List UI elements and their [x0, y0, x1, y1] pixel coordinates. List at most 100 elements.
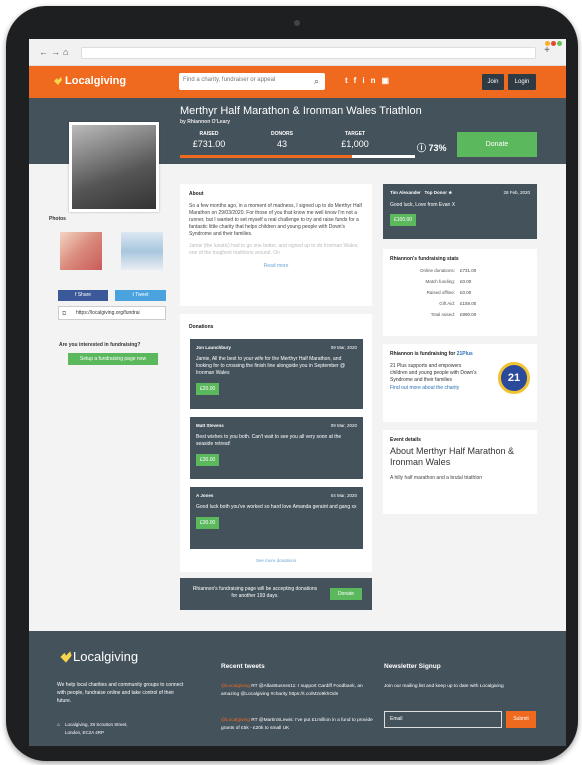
tweet-handle[interactable]: @Localgiving: [221, 718, 250, 723]
raised-value: £731.00: [192, 139, 226, 149]
newsletter-title: Newsletter Signup: [384, 663, 441, 670]
search-icon[interactable]: ⌕: [314, 76, 319, 87]
donors-stat: DONORS 43: [252, 131, 312, 149]
stat-label: Match funding:: [425, 279, 455, 284]
progress-fill: [180, 155, 352, 158]
donation-message: Jamie, All the best to your wife for the…: [196, 356, 346, 376]
share-label: Share: [77, 292, 92, 298]
banner-donate-button[interactable]: Donate: [330, 588, 362, 600]
about-text: So a few months ago, in a moment of madn…: [189, 203, 362, 237]
photo-thumbnail[interactable]: [121, 232, 163, 270]
read-more-link[interactable]: Read more: [189, 263, 363, 269]
maximize-dot-icon[interactable]: [551, 41, 556, 46]
address-line: London, EC2A 4RP: [65, 730, 105, 735]
progress-percent: ⓘ 73%: [417, 141, 447, 154]
donation-date: 09 Mar, 2020: [330, 345, 357, 350]
footer-brand: Localgiving: [73, 649, 139, 664]
window-controls: [544, 39, 562, 51]
stats-row: Online donations: £731.00: [390, 265, 530, 276]
tweet-button[interactable]: t Tweet: [115, 290, 166, 301]
close-dot-icon[interactable]: [557, 41, 562, 46]
donation-item: Matt Stevens 09 Mar, 2020 Best wishes to …: [190, 417, 363, 479]
fundraising-prompt: Are you interested in fundraising?: [59, 342, 141, 348]
donors-label: DONORS: [271, 131, 293, 137]
main-content: Photos f Share t Tweet ⧉ https://localgi…: [29, 122, 566, 631]
search-placeholder: Find a charity, fundraiser or appeal: [183, 77, 276, 83]
forward-arrow-icon[interactable]: →: [51, 47, 63, 57]
event-title: About Merthyr Half Marathon & Ironman Wa…: [390, 446, 515, 467]
event-description: A hilly half marathon and a brutal triat…: [390, 475, 482, 481]
stat-label: Total raised:: [430, 312, 455, 317]
top-donor-message: Good luck, Love from Evan X: [390, 202, 456, 208]
youtube-icon[interactable]: ▣: [381, 76, 395, 85]
top-donor-date: 28 Feb, 2020: [503, 190, 530, 195]
share-url-text: https://localgiving.org/fundrai: [76, 310, 140, 316]
browser-toolbar: ←→⌂ +: [29, 39, 566, 66]
twitter-icon[interactable]: t: [345, 76, 354, 85]
top-donor-amount: £100.00: [390, 214, 417, 226]
charity-logo[interactable]: 21: [498, 362, 530, 394]
recent-tweets-title: Recent tweets: [221, 663, 265, 670]
minimize-dot-icon[interactable]: [545, 41, 550, 46]
donation-amount: £30.00: [196, 517, 220, 529]
linkedin-icon[interactable]: in: [362, 76, 381, 85]
address-bar[interactable]: [81, 47, 536, 59]
tweet-handle[interactable]: @Localgiving: [221, 684, 250, 689]
photo-thumbnail[interactable]: [60, 232, 102, 270]
tweet-item: @Localgiving RT @AllanBusnes11: I suppor…: [221, 683, 381, 699]
donor-name: Matt Stevens: [196, 423, 224, 428]
social-links: tfin▣: [345, 76, 395, 85]
accepting-donations-banner: Rhiannon's fundraising page will be acce…: [180, 578, 372, 610]
accepting-text: Rhiannon's fundraising page will be acce…: [192, 586, 318, 599]
tablet-frame: ←→⌂ + Localgiving Find a charity, fundra…: [6, 6, 578, 761]
search-box[interactable]: Find a charity, fundraiser or appeal ⌕: [179, 73, 325, 90]
copy-link-icon[interactable]: ⧉: [62, 308, 66, 320]
facebook-share-button[interactable]: f Share: [58, 290, 108, 301]
site-header: Localgiving Find a charity, fundraiser o…: [29, 66, 566, 98]
raised-label: RAISED: [199, 131, 219, 137]
back-arrow-icon[interactable]: ←: [39, 47, 51, 57]
donate-button[interactable]: Donate: [457, 132, 537, 157]
fundraising-stats-card: Rhiannon's fundraising stats Online dona…: [383, 249, 537, 336]
event-details-card: Event details About Merthyr Half Maratho…: [383, 430, 537, 514]
brand-logo[interactable]: Localgiving: [53, 75, 126, 87]
home-icon[interactable]: ⌂: [63, 47, 71, 57]
newsletter-submit-button[interactable]: Submit: [506, 711, 536, 728]
charity-title-prefix: Rhiannon is fundraising for: [390, 351, 457, 357]
donations-title: Donations: [189, 324, 214, 330]
target-value: £1,000: [341, 139, 369, 149]
screen: ←→⌂ + Localgiving Find a charity, fundra…: [29, 39, 566, 746]
progress-percent-value: 73%: [428, 143, 447, 153]
login-button[interactable]: Login: [508, 74, 536, 90]
donor-name: Jon Launchbury: [196, 345, 232, 350]
stat-value: £890.00: [460, 312, 477, 317]
profile-photo[interactable]: [69, 122, 159, 212]
footer-logo[interactable]: Localgiving: [59, 649, 138, 664]
tweet-label: Tweet: [135, 292, 149, 298]
child-on-swing-image: [72, 125, 156, 209]
localgiving-logo-icon: [54, 77, 62, 85]
newsletter-email-input[interactable]: Email: [384, 711, 502, 728]
see-more-donations-link[interactable]: See more donations: [180, 558, 372, 563]
donation-item: Jon Launchbury 09 Mar, 2020 Jamie, All th…: [190, 339, 363, 409]
site-footer: Localgiving We help local charities and …: [29, 631, 566, 746]
about-card: About So a few months ago, in a moment o…: [180, 184, 372, 306]
donation-amount: £30.00: [196, 454, 220, 466]
fundraiser-author: by Rhiannon O'Leary: [180, 119, 231, 125]
setup-fundraising-button[interactable]: Setup a fundraising page now: [68, 353, 158, 365]
stats-row: Match funding: £0.00: [390, 276, 530, 287]
donations-card: Donations Jon Launchbury 09 Mar, 2020 Jam…: [180, 314, 372, 572]
top-donor-badge: Top Donor ★: [424, 190, 453, 195]
about-text-faded: Jamie (the lunatic) had to go one better…: [189, 243, 359, 256]
raised-stat: RAISED £731.00: [179, 131, 239, 149]
charity-card: Rhiannon is fundraising for 21Plus 21 Pl…: [383, 344, 537, 422]
newsletter-text: Join our mailing list and keep up to dat…: [384, 684, 504, 689]
localgiving-logo-icon: [60, 650, 72, 663]
stat-label: Gift Aid:: [439, 301, 455, 306]
tweet-item: @Localgiving RT @MartinSLewis: I've put …: [221, 717, 381, 733]
charity-name-link[interactable]: 21Plus: [457, 351, 473, 357]
brand-name: Localgiving: [65, 75, 127, 87]
join-button[interactable]: Join: [482, 74, 504, 90]
stats-title: Rhiannon's fundraising stats: [390, 256, 459, 262]
share-url-field[interactable]: ⧉ https://localgiving.org/fundrai: [58, 306, 166, 320]
